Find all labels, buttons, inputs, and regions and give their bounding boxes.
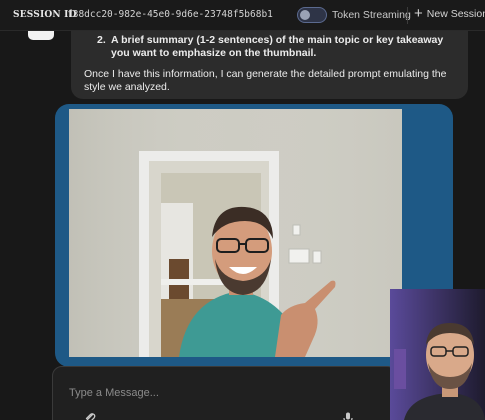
token-streaming-label: Token Streaming xyxy=(332,9,411,21)
new-session-label: New Session xyxy=(426,7,485,20)
list-number: 2. xyxy=(97,34,106,46)
microphone-icon[interactable] xyxy=(341,411,355,420)
topbar-divider xyxy=(407,7,408,24)
new-session-button[interactable]: + New Session xyxy=(414,6,485,21)
message-composer xyxy=(52,366,397,420)
toggle-knob xyxy=(300,10,310,20)
paperclip-icon[interactable] xyxy=(83,411,97,420)
message-list-item: 2. A brief summary (1-2 sentences) of th… xyxy=(97,34,452,60)
plus-icon: + xyxy=(414,5,423,22)
session-id-value: f38dcc20-982e-45e0-9d6e-23748f5b68b1 xyxy=(67,9,273,20)
top-bar: SESSION ID f38dcc20-982e-45e0-9d6e-23748… xyxy=(0,0,485,31)
token-streaming-toggle[interactable] xyxy=(297,7,327,23)
message-paragraph: Once I have this information, I can gene… xyxy=(84,68,447,93)
photo-illustration xyxy=(69,109,402,357)
webcam-overlay xyxy=(390,289,485,420)
assistant-message: 2. A brief summary (1-2 sentences) of th… xyxy=(71,20,468,99)
message-input[interactable] xyxy=(67,381,371,405)
attached-photo[interactable] xyxy=(69,109,402,357)
list-text: A brief summary (1-2 sentences) of the m… xyxy=(111,34,444,59)
webcam-feed xyxy=(390,289,485,420)
chat-app: SESSION ID f38dcc20-982e-45e0-9d6e-23748… xyxy=(0,0,485,420)
